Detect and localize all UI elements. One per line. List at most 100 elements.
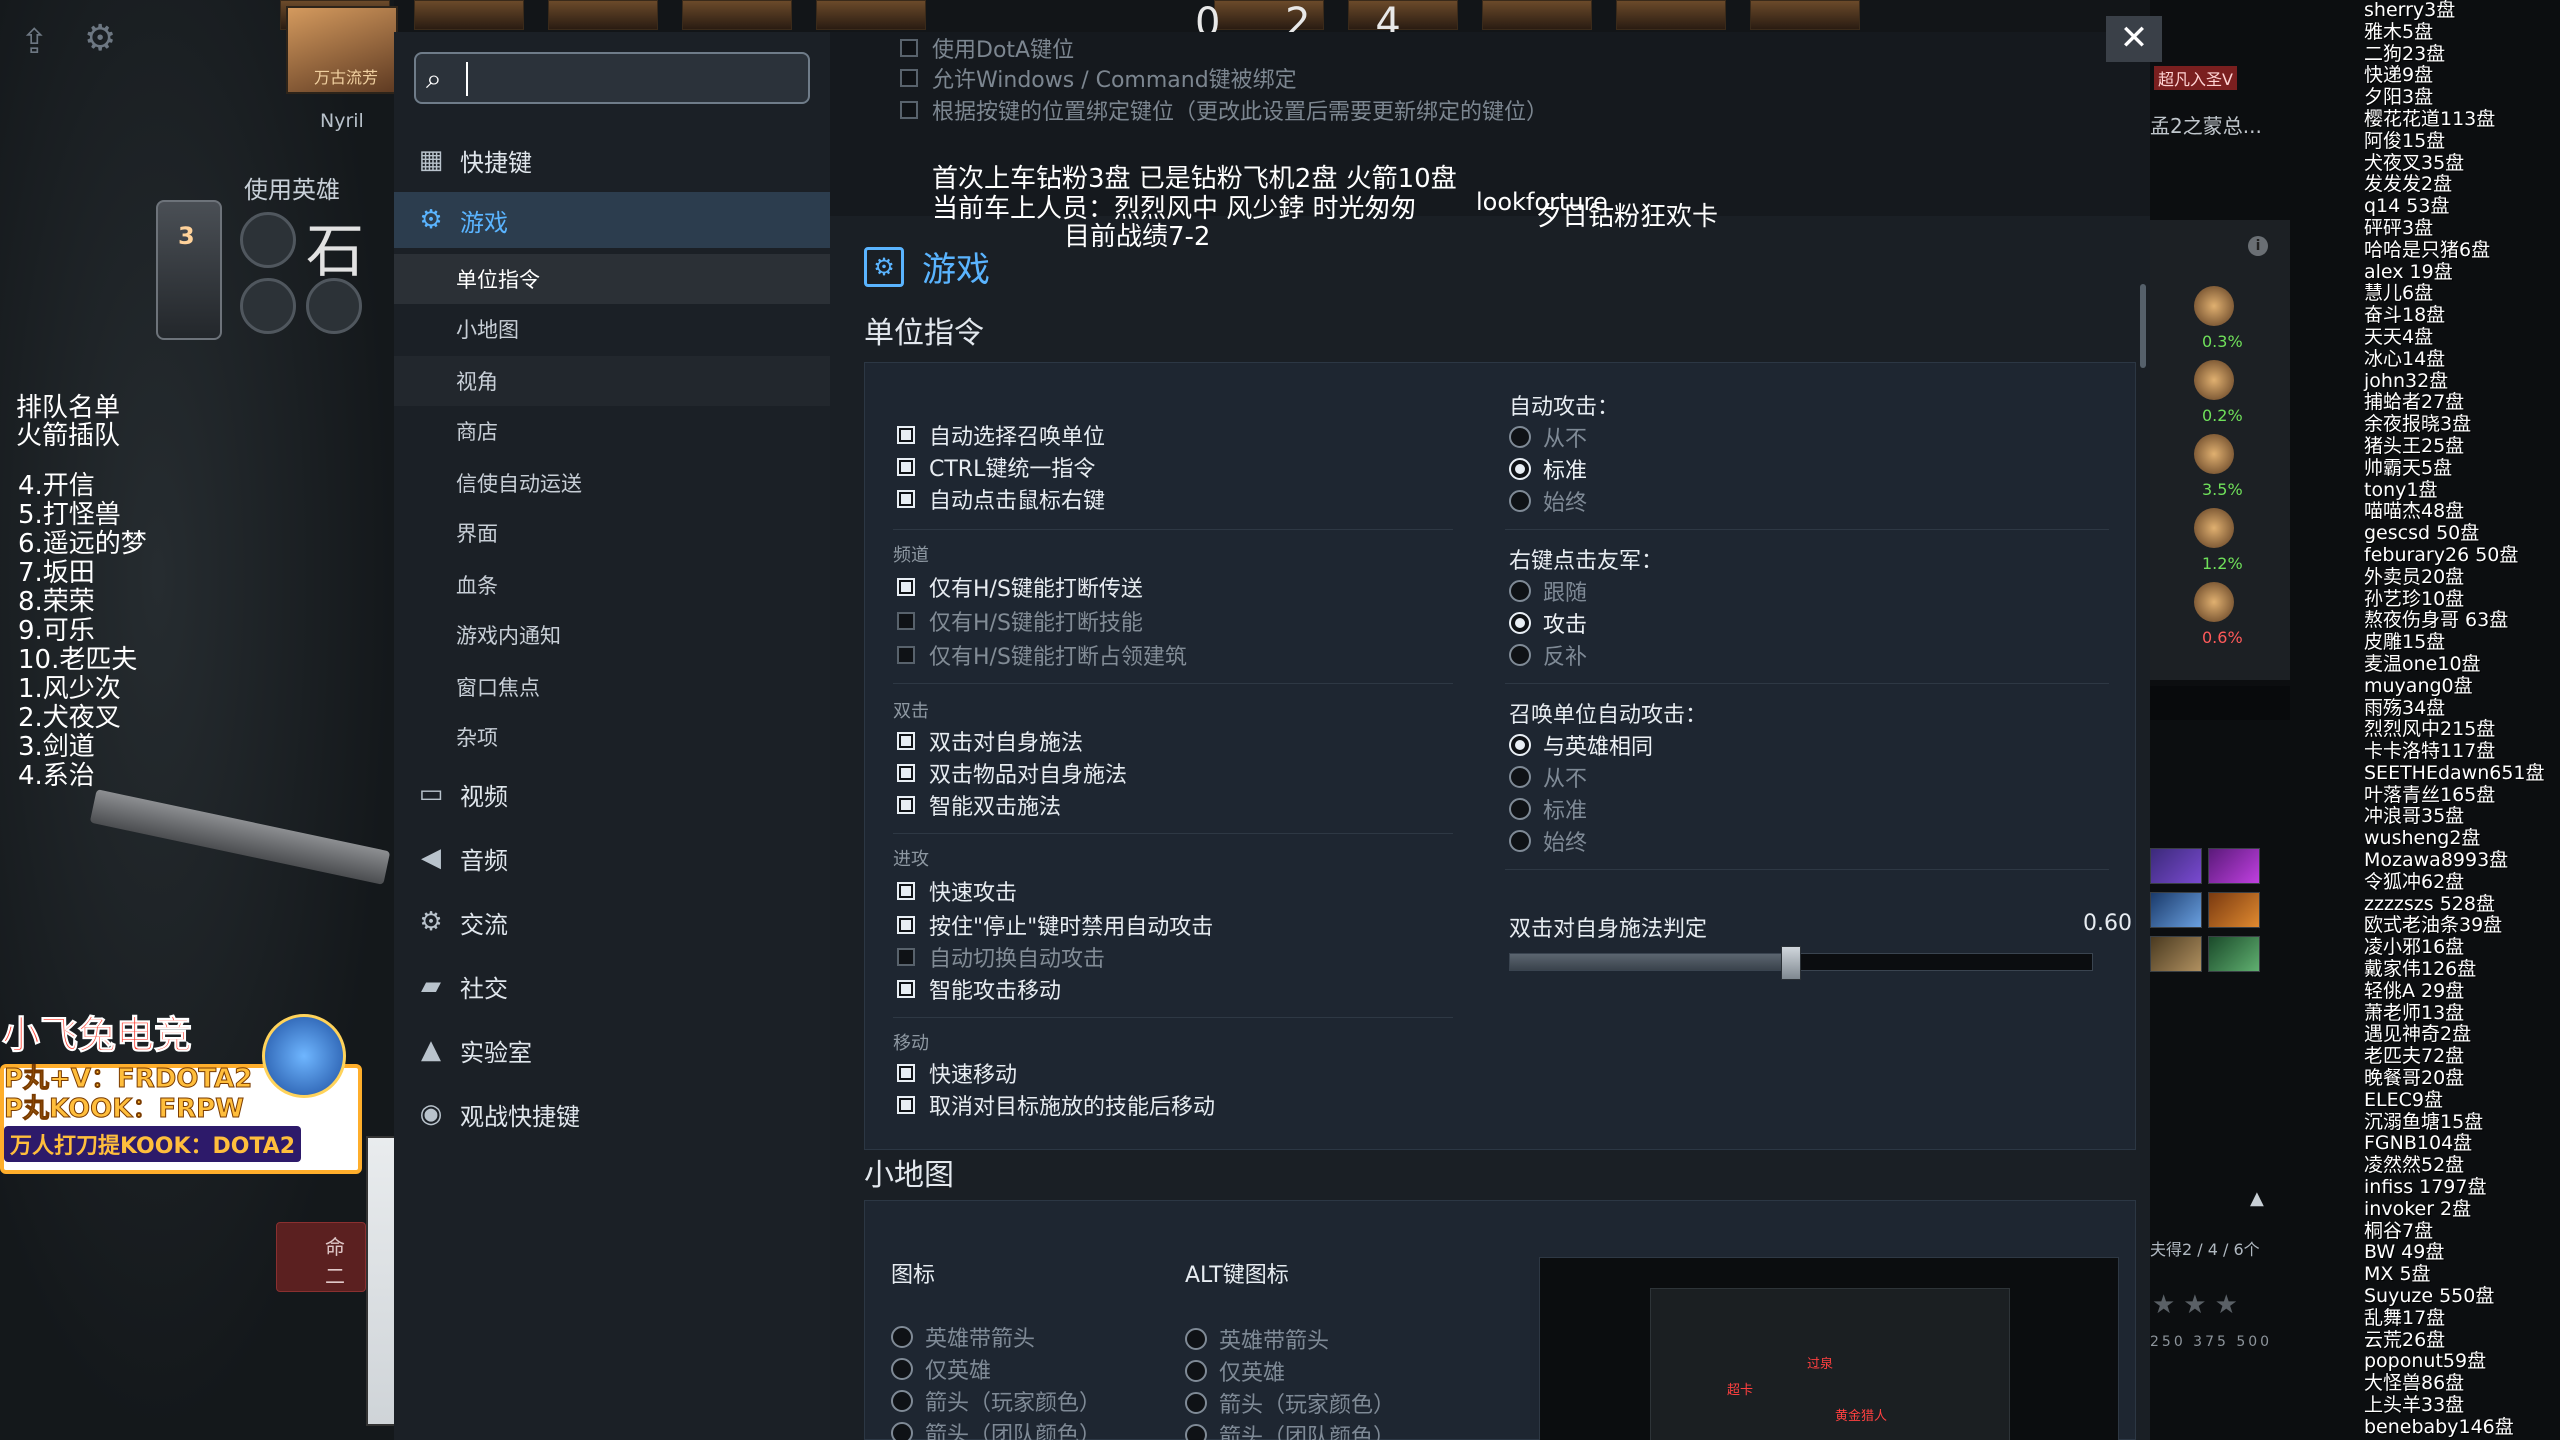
nav-game[interactable]: ⚙ 游戏 (394, 192, 830, 248)
radio-icon-hero-arrow[interactable]: 英雄带箭头 (891, 1321, 1035, 1353)
option-auto-switch[interactable]: 自动切换自动攻击 (897, 941, 1105, 973)
item-icon[interactable] (2150, 848, 2202, 884)
option-hs-tp[interactable]: 仅有H/S键能打断传送 (897, 571, 1143, 603)
radio-ally-attack[interactable]: 攻击 (1509, 607, 1587, 639)
radio-summon-never[interactable]: 从不 (1509, 761, 1587, 793)
radio-icon-arrow-team[interactable]: 箭头（团队颜色） (891, 1417, 1101, 1440)
slider-thumb[interactable] (1781, 946, 1801, 980)
dbl-self-slider[interactable] (1509, 946, 2093, 980)
checkbox[interactable] (897, 612, 915, 630)
radio-button[interactable] (1509, 580, 1531, 602)
radio-ally-follow[interactable]: 跟随 (1509, 575, 1587, 607)
radio-icon-hero-only[interactable]: 仅英雄 (891, 1353, 991, 1385)
settings-scrollbar[interactable] (2140, 284, 2146, 368)
option-windows-key[interactable]: 允许Windows / Command键被绑定 (900, 62, 1297, 94)
item-icon[interactable] (2208, 848, 2260, 884)
checkbox[interactable] (897, 882, 915, 900)
radio-button[interactable] (891, 1390, 913, 1412)
radio-button[interactable] (1185, 1392, 1207, 1414)
nav-video[interactable]: ▭ 视频 (394, 766, 830, 822)
nav-sub-window-focus[interactable]: 窗口焦点 (394, 662, 830, 712)
upload-icon[interactable]: ⇪ (20, 22, 60, 62)
checkbox[interactable] (897, 1064, 915, 1082)
radio-button[interactable] (1509, 734, 1531, 756)
option-ctrl-group[interactable]: CTRL键统一指令 (897, 451, 1095, 483)
radio-button[interactable] (1509, 644, 1531, 666)
option-key-position[interactable]: 根据按键的位置绑定键位（更改此设置后需要更新绑定的键位） (900, 94, 1548, 126)
radio-auto-attack-always[interactable]: 始终 (1509, 485, 1587, 517)
radio-auto-attack-standard[interactable]: 标准 (1509, 453, 1587, 485)
option-auto-right-click[interactable]: 自动点击鼠标右键 (897, 483, 1105, 515)
nav-sub-unit-commands[interactable]: 单位指令 (394, 254, 830, 304)
nav-sub-shop[interactable]: 商店 (394, 406, 830, 456)
checkbox[interactable] (897, 796, 915, 814)
radio-button[interactable] (1509, 426, 1531, 448)
nav-sub-minimap[interactable]: 小地图 (394, 304, 830, 354)
item-icon[interactable] (2208, 936, 2260, 972)
search-box[interactable]: ⌕ (414, 52, 810, 104)
option-hs-skill[interactable]: 仅有H/S键能打断技能 (897, 605, 1143, 637)
checkbox[interactable] (897, 1096, 915, 1114)
checkbox[interactable] (897, 490, 915, 508)
gear-icon[interactable]: ⚙ (84, 18, 124, 59)
item-icon[interactable] (2150, 892, 2202, 928)
nav-sub-notifications[interactable]: 游戏内通知 (394, 610, 830, 660)
radio-button[interactable] (1185, 1424, 1207, 1440)
option-smart-dbl[interactable]: 智能双击施法 (897, 789, 1061, 821)
option-quick-attack[interactable]: 快速攻击 (897, 875, 1017, 907)
radio-button[interactable] (1509, 458, 1531, 480)
radio-button[interactable] (1185, 1328, 1207, 1350)
checkbox[interactable] (897, 458, 915, 476)
nav-labs[interactable]: ▲ 实验室 (394, 1022, 830, 1078)
nav-sub-courier[interactable]: 信使自动运送 (394, 458, 830, 508)
radio-button[interactable] (1509, 830, 1531, 852)
option-hold-stop[interactable]: 按住"停止"键时禁用自动攻击 (897, 909, 1213, 941)
option-dbl-self[interactable]: 双击对自身施法 (897, 725, 1083, 757)
radio-alt-hero-arrow[interactable]: 英雄带箭头 (1185, 1323, 1329, 1355)
item-icon[interactable] (2150, 936, 2202, 972)
checkbox[interactable] (897, 980, 915, 998)
checkbox[interactable] (897, 578, 915, 596)
checkbox[interactable] (900, 39, 918, 57)
radio-button[interactable] (1185, 1360, 1207, 1382)
radio-button[interactable] (1509, 766, 1531, 788)
checkbox[interactable] (900, 69, 918, 87)
radio-button[interactable] (1509, 612, 1531, 634)
option-hs-building[interactable]: 仅有H/S键能打断占领建筑 (897, 639, 1187, 671)
option-auto-select-summon[interactable]: 自动选择召唤单位 (897, 419, 1105, 451)
option-smart-attack-move[interactable]: 智能攻击移动 (897, 973, 1061, 1005)
option-quick-move[interactable]: 快速移动 (897, 1057, 1017, 1089)
radio-button[interactable] (891, 1358, 913, 1380)
checkbox[interactable] (900, 101, 918, 119)
checkbox[interactable] (897, 426, 915, 444)
search-input[interactable] (466, 62, 796, 96)
radio-icon-arrow-player[interactable]: 箭头（玩家颜色） (891, 1385, 1101, 1417)
checkbox[interactable] (897, 732, 915, 750)
nav-communication[interactable]: ⚙ 交流 (394, 894, 830, 950)
checkbox[interactable] (897, 916, 915, 934)
radio-alt-hero-only[interactable]: 仅英雄 (1185, 1355, 1285, 1387)
radio-alt-arrow-player[interactable]: 箭头（玩家颜色） (1185, 1387, 1395, 1419)
radio-button[interactable] (891, 1422, 913, 1440)
radio-summon-standard[interactable]: 标准 (1509, 793, 1587, 825)
radio-summon-same[interactable]: 与英雄相同 (1509, 729, 1653, 761)
checkbox[interactable] (897, 948, 915, 966)
radio-summon-always[interactable]: 始终 (1509, 825, 1587, 857)
nav-audio[interactable]: ◀ 音频 (394, 830, 830, 886)
checkbox[interactable] (897, 764, 915, 782)
radio-button[interactable] (1509, 490, 1531, 512)
radio-button[interactable] (891, 1326, 913, 1348)
chevron-up-icon[interactable]: ▲ (2250, 1188, 2264, 1209)
radio-auto-attack-never[interactable]: 从不 (1509, 421, 1587, 453)
nav-hotkeys[interactable]: ▦ 快捷键 (394, 132, 830, 188)
option-cancel-move[interactable]: 取消对目标施放的技能后移动 (897, 1089, 1215, 1121)
option-dota-keys[interactable]: 使用DotA键位 (900, 32, 1074, 64)
close-button[interactable]: ✕ (2106, 16, 2162, 62)
nav-social[interactable]: ▰ 社交 (394, 958, 830, 1014)
radio-button[interactable] (1509, 798, 1531, 820)
checkbox[interactable] (897, 646, 915, 664)
nav-sub-misc[interactable]: 杂项 (394, 712, 830, 762)
option-dbl-item-self[interactable]: 双击物品对自身施法 (897, 757, 1127, 789)
nav-spectator-hotkeys[interactable]: ◉ 观战快捷键 (394, 1086, 830, 1142)
nav-sub-camera[interactable]: 视角 (394, 356, 830, 406)
